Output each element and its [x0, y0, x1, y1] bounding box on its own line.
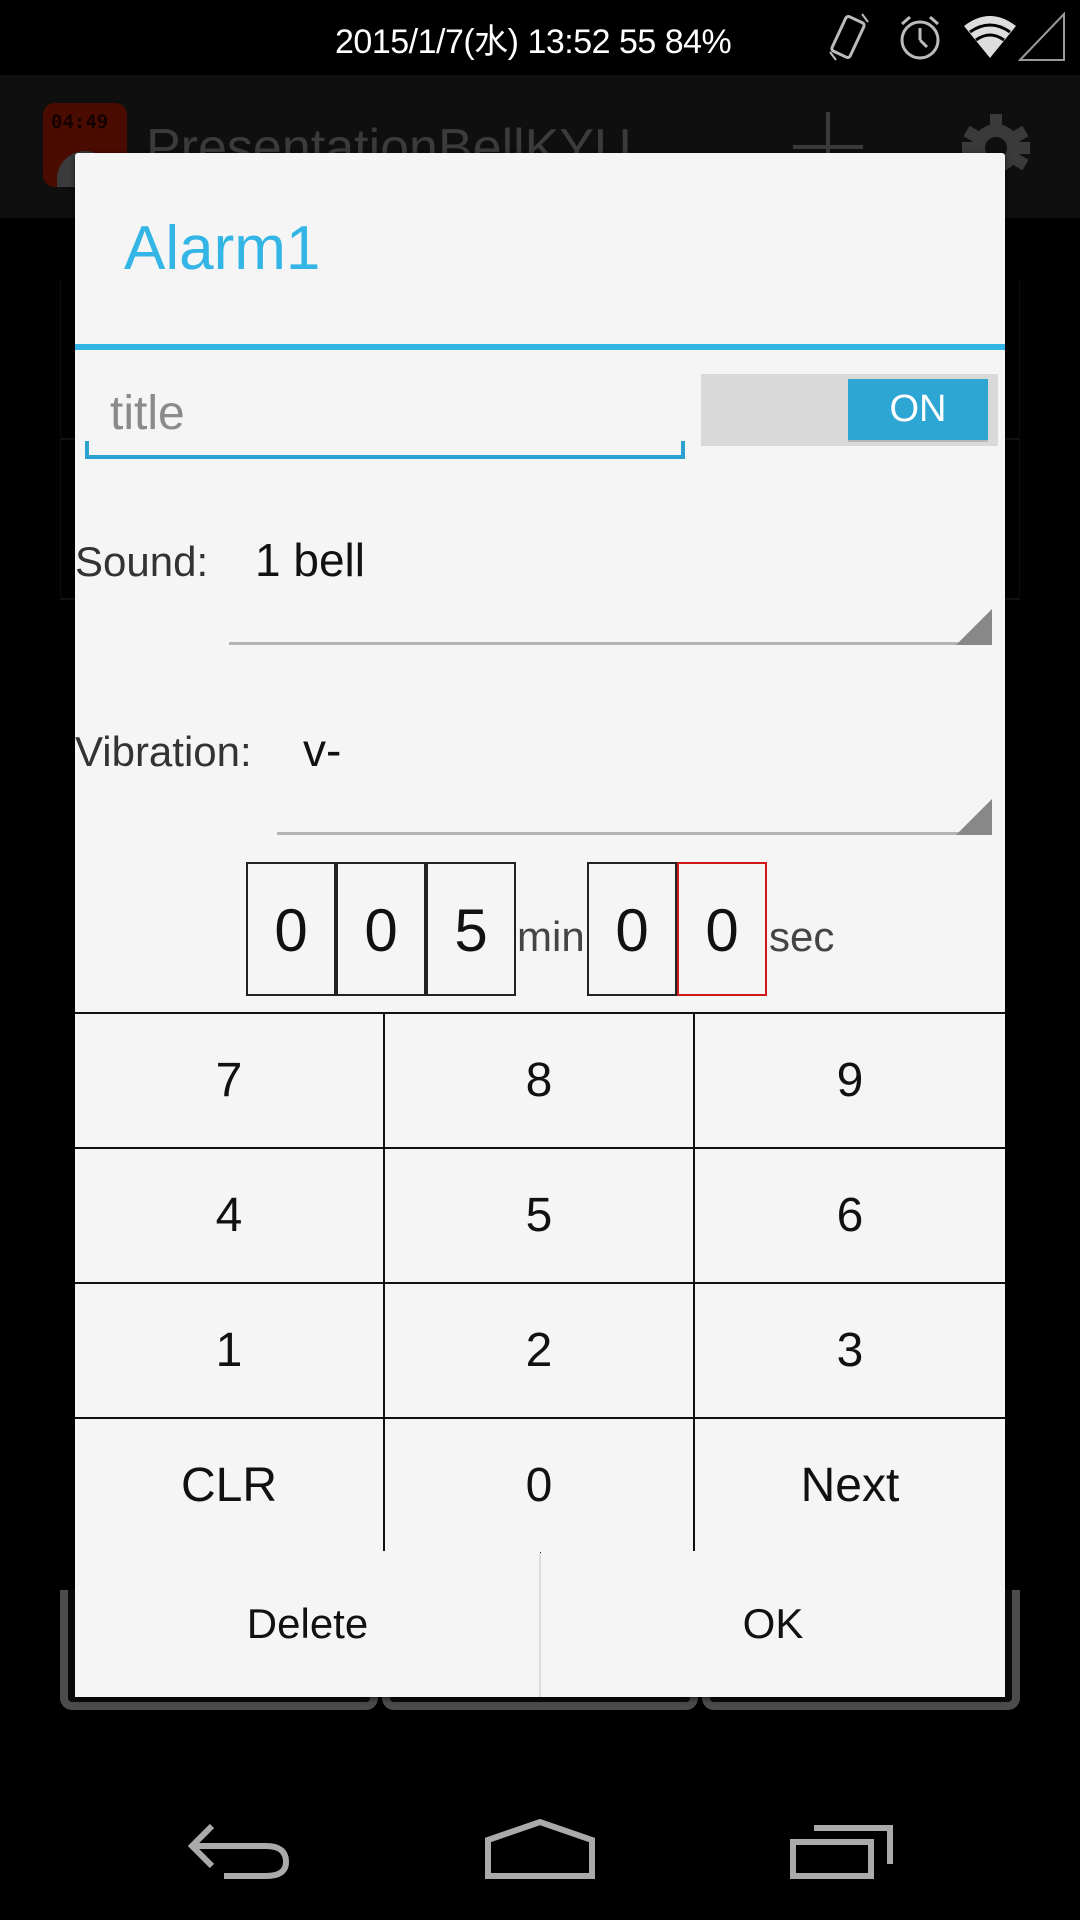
alarm-dialog: Alarm1 ON Sound: 1 bell Vibration: v- 0 … — [75, 153, 1005, 1697]
toggle-on-label: ON — [848, 379, 988, 440]
sound-label: Sound: — [75, 538, 209, 585]
ok-button[interactable]: OK — [541, 1551, 1005, 1697]
key-next[interactable]: Next — [695, 1419, 1005, 1554]
home-icon[interactable] — [484, 1818, 596, 1882]
vibration-value: v- — [303, 724, 342, 776]
min-label: min — [517, 913, 585, 960]
dropdown-arrow-icon — [956, 799, 992, 835]
key-3[interactable]: 3 — [695, 1284, 1005, 1419]
key-7[interactable]: 7 — [75, 1014, 385, 1149]
app-icon-clock: 04:49 — [51, 111, 109, 133]
spinner-underline — [229, 642, 992, 645]
minute-digit-1[interactable]: 0 — [246, 862, 336, 996]
status-bar: 2015/1/7(水) 13:52 55 84% — [0, 0, 1080, 75]
vibration-label: Vibration: — [75, 728, 252, 775]
back-icon[interactable] — [188, 1822, 292, 1882]
sound-spinner[interactable]: 1 bell — [229, 533, 992, 645]
key-8[interactable]: 8 — [385, 1014, 695, 1149]
enable-toggle[interactable]: ON — [701, 374, 998, 446]
minute-digit-3[interactable]: 5 — [426, 862, 516, 996]
dialog-title: Alarm1 — [124, 214, 321, 283]
sec-label: sec — [769, 913, 835, 960]
dialog-button-bar: Delete OK — [75, 1551, 1005, 1697]
delete-button[interactable]: Delete — [75, 1551, 540, 1697]
key-0[interactable]: 0 — [385, 1419, 695, 1554]
number-keypad: 7 8 9 4 5 6 1 2 3 CLR 0 Next — [75, 1012, 1005, 1554]
key-clear[interactable]: CLR — [75, 1419, 385, 1554]
recents-icon[interactable] — [790, 1824, 898, 1882]
sound-value: 1 bell — [255, 534, 365, 586]
spinner-underline — [277, 832, 992, 835]
key-6[interactable]: 6 — [695, 1149, 1005, 1284]
second-digit-1[interactable]: 0 — [587, 862, 677, 996]
title-input-underline — [85, 441, 685, 459]
key-1[interactable]: 1 — [75, 1284, 385, 1419]
alarm-icon — [900, 15, 940, 60]
key-9[interactable]: 9 — [695, 1014, 1005, 1149]
key-4[interactable]: 4 — [75, 1149, 385, 1284]
status-datetime-battery: 2015/1/7(水) 13:52 55 84% — [335, 23, 732, 61]
dropdown-arrow-icon — [956, 609, 992, 645]
vibrate-icon — [829, 13, 869, 61]
signal-icon — [1018, 12, 1065, 61]
title-divider — [75, 344, 1005, 350]
key-2[interactable]: 2 — [385, 1284, 695, 1419]
vibration-spinner[interactable]: v- — [277, 723, 992, 835]
wifi-icon — [964, 16, 1016, 58]
key-5[interactable]: 5 — [385, 1149, 695, 1284]
second-digit-2[interactable]: 0 — [677, 862, 767, 996]
minute-digit-2[interactable]: 0 — [336, 862, 426, 996]
